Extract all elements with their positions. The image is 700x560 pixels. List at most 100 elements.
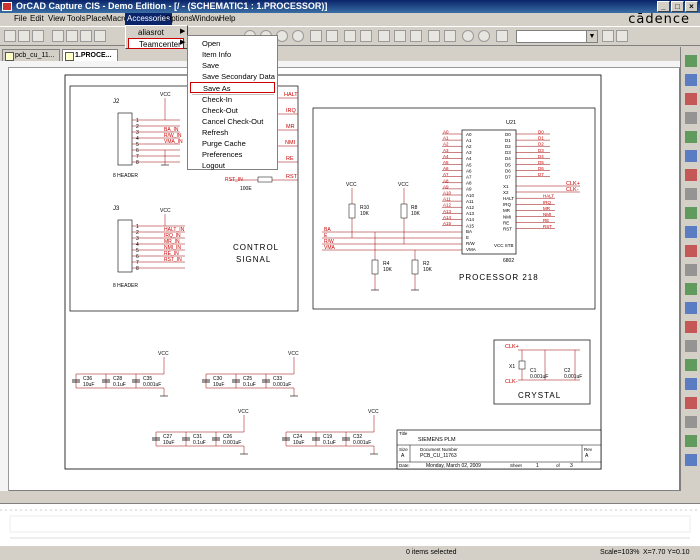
- svg-text:8 HEADER: 8 HEADER: [113, 283, 138, 289]
- select-icon[interactable]: [685, 55, 697, 67]
- junction-icon[interactable]: [685, 150, 697, 162]
- svg-text:10K: 10K: [383, 267, 393, 273]
- svg-text:U21: U21: [506, 120, 516, 126]
- maximize-button[interactable]: □: [671, 1, 684, 12]
- pin-label: RE: [503, 220, 509, 225]
- menu-item-save[interactable]: Save: [202, 60, 219, 71]
- menu-item-save-secondary[interactable]: Save Secondary Data: [202, 71, 275, 82]
- svg-text:VCC: VCC: [238, 409, 249, 415]
- net-label: A6: [443, 166, 449, 171]
- svg-text:VCC: VCC: [288, 351, 299, 357]
- svg-text:VCC: VCC: [158, 351, 169, 357]
- tab-pcb-cu[interactable]: pcb_cu_11...: [2, 49, 60, 61]
- session-log[interactable]: [0, 503, 700, 546]
- ground-icon[interactable]: [685, 207, 697, 219]
- place-pin-icon[interactable]: [685, 435, 697, 447]
- menu-item-item-info[interactable]: Item Info: [202, 49, 231, 60]
- horizontal-scrollbar[interactable]: [0, 491, 700, 503]
- menu-item-check-in[interactable]: Check-In: [202, 94, 232, 105]
- hierarchical-block-icon[interactable]: [685, 226, 697, 238]
- grid-icon[interactable]: [344, 30, 356, 42]
- menu-item-save-as[interactable]: Save As: [190, 82, 275, 93]
- print-icon[interactable]: [52, 30, 64, 42]
- off-page-icon[interactable]: [685, 264, 697, 276]
- binoculars-icon[interactable]: [616, 30, 628, 42]
- svg-text:MR: MR: [286, 124, 295, 130]
- bus-entry-icon[interactable]: [685, 169, 697, 181]
- redo-icon[interactable]: [478, 30, 490, 42]
- menu-item-logout[interactable]: Logout: [202, 160, 225, 171]
- copy-icon[interactable]: [80, 30, 92, 42]
- net-label: A2: [443, 142, 449, 147]
- polyline-icon[interactable]: [685, 340, 697, 352]
- view-icon[interactable]: [310, 30, 322, 42]
- pin-label: D5: [505, 162, 511, 167]
- menu-item-purge-cache[interactable]: Purge Cache: [202, 138, 246, 149]
- net-label: MR: [543, 206, 551, 211]
- menu-edit[interactable]: Edit: [28, 13, 46, 25]
- snap-icon[interactable]: [360, 30, 372, 42]
- paste-icon[interactable]: [94, 30, 106, 42]
- open-icon[interactable]: [18, 30, 30, 42]
- cut-icon[interactable]: [66, 30, 78, 42]
- bezier-icon[interactable]: [685, 416, 697, 428]
- status-coords: X=7.70 Y=0.10: [643, 549, 690, 556]
- pin-label: X1: [503, 184, 509, 189]
- find-icon[interactable]: [602, 30, 614, 42]
- part-icon[interactable]: [685, 74, 697, 86]
- line-icon[interactable]: [685, 321, 697, 333]
- crystal-section: CLK+ CLK- X1 C1 0.001uF C2 0.001uF CRYST…: [505, 344, 582, 400]
- svg-text:VCC: VCC: [160, 208, 171, 214]
- svg-text:VCC: VCC: [346, 182, 357, 188]
- pin-label: A11: [466, 199, 474, 204]
- pin-label: A6: [466, 168, 472, 173]
- net-label: D2: [538, 142, 544, 147]
- new-icon[interactable]: [4, 30, 16, 42]
- arc-icon[interactable]: [685, 397, 697, 409]
- svg-text:0.1uF: 0.1uF: [243, 382, 256, 388]
- menu-item-preferences[interactable]: Preferences: [202, 149, 242, 160]
- tab-processor[interactable]: 1.PROCE...: [62, 49, 118, 61]
- svg-text:HALT: HALT: [284, 92, 298, 98]
- ellipse-icon[interactable]: [685, 378, 697, 390]
- power-icon[interactable]: [685, 188, 697, 200]
- minimize-button[interactable]: _: [657, 1, 670, 12]
- text-icon[interactable]: [685, 302, 697, 314]
- drc-icon[interactable]: [394, 30, 406, 42]
- save-icon[interactable]: [32, 30, 44, 42]
- chevron-down-icon[interactable]: ▼: [586, 31, 597, 42]
- net-label: A5: [443, 160, 449, 165]
- bom-icon[interactable]: [410, 30, 422, 42]
- menu-item-open[interactable]: Open: [202, 38, 220, 49]
- pin-label: A3: [466, 150, 472, 155]
- no-connect-icon[interactable]: [685, 283, 697, 295]
- menu-item-refresh[interactable]: Refresh: [202, 127, 228, 138]
- menu-item-aliasrot[interactable]: aliasrot: [138, 27, 164, 38]
- port-icon[interactable]: [685, 245, 697, 257]
- net-alias-icon[interactable]: [685, 112, 697, 124]
- menu-file[interactable]: File: [12, 13, 29, 25]
- menu-item-cancel-check-out[interactable]: Cancel Check-Out: [202, 116, 263, 127]
- help-icon[interactable]: [496, 30, 508, 42]
- wire-icon[interactable]: [685, 93, 697, 105]
- netlist-icon[interactable]: [378, 30, 390, 42]
- pin-array-icon[interactable]: [685, 454, 697, 466]
- net-label: A7: [443, 172, 449, 177]
- bus-icon[interactable]: [685, 131, 697, 143]
- tool-palette: [680, 47, 700, 491]
- undo-icon[interactable]: [462, 30, 474, 42]
- net-label: A0: [443, 130, 449, 135]
- svg-text:0.001uF: 0.001uF: [223, 440, 241, 446]
- menu-help[interactable]: Help: [217, 13, 237, 25]
- cross-ref-icon[interactable]: [444, 30, 456, 42]
- rectangle-icon[interactable]: [685, 359, 697, 371]
- menu-item-check-out[interactable]: Check-Out: [202, 105, 238, 116]
- zoom-all-icon[interactable]: [292, 30, 304, 42]
- annotate-icon[interactable]: [428, 30, 440, 42]
- close-button[interactable]: ×: [685, 1, 698, 12]
- pointer-icon[interactable]: [326, 30, 338, 42]
- search-combo[interactable]: ▼: [516, 30, 598, 43]
- pin-label: RST: [503, 227, 512, 232]
- pin-label: A0: [466, 132, 472, 137]
- menu-item-teamcenter[interactable]: Teamcenter: [128, 38, 184, 49]
